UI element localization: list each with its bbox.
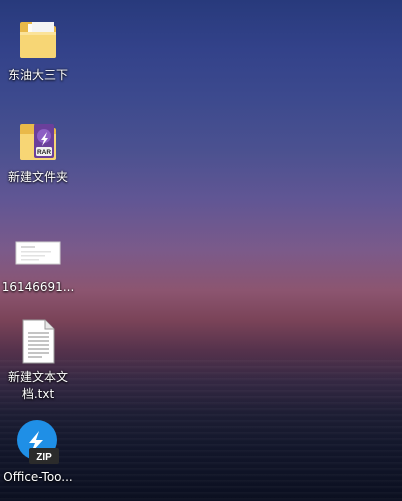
svg-text:ZIP: ZIP: [36, 452, 52, 463]
icon-label: Office-Too...: [3, 470, 73, 484]
text-file-icon: [14, 318, 62, 366]
zip-shortcut-icon: ZIP: [14, 418, 62, 466]
desktop-icon-new-folder[interactable]: RAR 新建文件夹: [0, 118, 76, 186]
folder-icon: [14, 16, 62, 64]
image-file-icon: [14, 228, 62, 276]
svg-text:RAR: RAR: [37, 149, 51, 156]
desktop-icon-image-file[interactable]: 16146691...: [0, 228, 76, 296]
desktop-icon-text-file[interactable]: 新建文本文 档.txt: [0, 318, 76, 403]
desktop-icon-office-tool[interactable]: ZIP Office-Too...: [0, 418, 76, 486]
desktop-icon-folder-dongyou[interactable]: 东油大三下: [0, 16, 76, 84]
winrar-folder-icon: RAR: [14, 118, 62, 166]
icon-label: 新建文件夹: [7, 170, 68, 184]
icon-label: 新建文本文 档.txt: [7, 370, 68, 401]
icon-label: 东油大三下: [7, 68, 68, 82]
icon-label: 16146691...: [1, 280, 75, 294]
